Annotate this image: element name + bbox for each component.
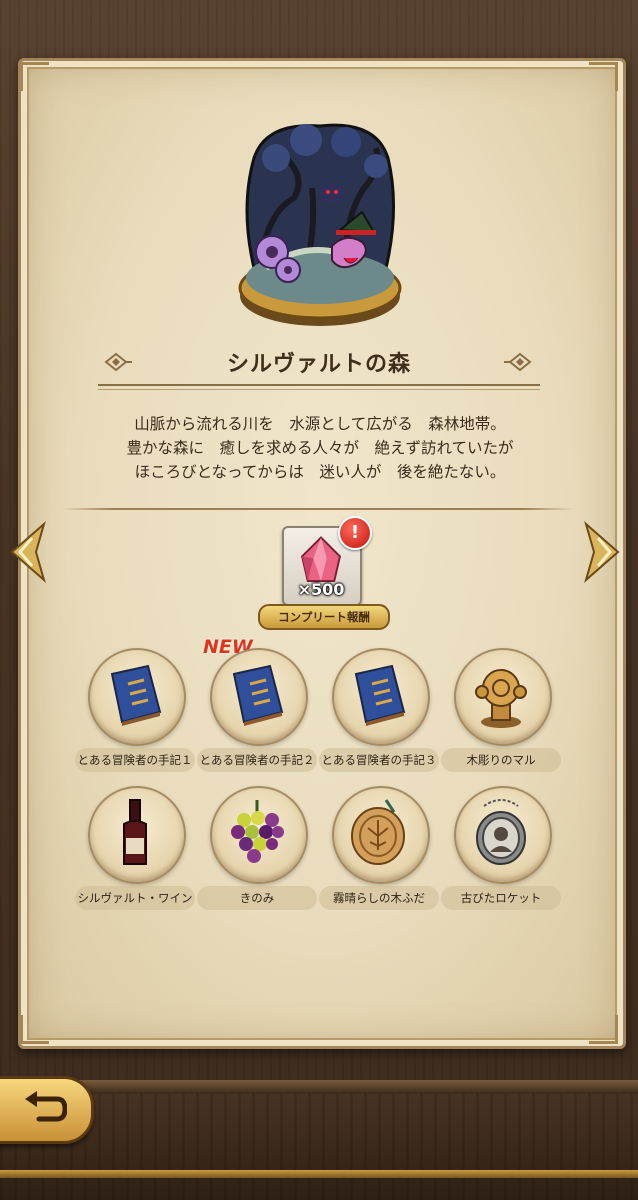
collection-item[interactable]: きのみ	[197, 786, 317, 916]
title-underline	[98, 389, 540, 390]
collection-item[interactable]: とある冒険者の手記２	[197, 648, 317, 778]
item-label: とある冒険者の手記２	[197, 748, 317, 772]
item-label: シルヴァルト・ワイン	[75, 886, 195, 910]
item-label: 古びたロケット	[441, 886, 561, 910]
grapes-icon	[231, 800, 284, 863]
previous-page-arrow[interactable]	[6, 520, 50, 584]
wine-bottle-icon	[123, 799, 147, 865]
description-line: 豊かな森に 癒しを求める人々が 絶えず訪れていたが	[126, 439, 514, 457]
collection-item[interactable]: とある冒険者の手記３	[319, 648, 439, 778]
item-label: とある冒険者の手記１	[75, 748, 195, 772]
item-label: きのみ	[197, 886, 317, 910]
blue-book-icon	[232, 664, 284, 726]
section-divider	[62, 508, 574, 510]
collection-item[interactable]: 木彫りのマル	[441, 648, 561, 778]
reward-quantity: ×500	[297, 580, 345, 599]
item-label: 木彫りのマル	[441, 748, 561, 772]
collection-item[interactable]: シルヴァルト・ワイン	[75, 786, 195, 916]
back-arrow-icon	[25, 1091, 67, 1122]
next-page-arrow[interactable]	[580, 520, 624, 584]
area-description: 山脈から流れる川を 水源として広がる 森林地帯。 豊かな森に 癒しを求める人々が…	[60, 412, 580, 484]
blue-book-icon	[354, 664, 406, 726]
panel-corner	[20, 1015, 49, 1044]
back-button[interactable]	[0, 1076, 94, 1144]
description-line: 山脈から流れる川を 水源として広がる 森林地帯。	[134, 415, 506, 433]
toolbar-trim	[0, 1170, 638, 1178]
area-title-row: シルヴァルトの森	[100, 342, 538, 382]
panel-corner	[20, 62, 49, 91]
collection-item[interactable]: 霧晴らしの木ふだ	[319, 786, 439, 916]
item-label: 霧晴らしの木ふだ	[319, 886, 439, 910]
toolbar-ridge	[0, 1080, 638, 1094]
panel-corner	[589, 62, 618, 91]
area-title: シルヴァルトの森	[226, 352, 411, 377]
forest-area-emblem	[238, 123, 402, 326]
collection-item[interactable]: 古びたロケット	[441, 786, 561, 916]
blue-book-icon	[110, 664, 162, 726]
title-underline	[98, 384, 540, 386]
wooden-tag-icon	[351, 799, 405, 865]
reward-label: コンプリート報酬	[258, 604, 390, 630]
alert-badge-icon: !	[338, 516, 372, 550]
wooden-statue-icon	[475, 669, 527, 728]
panel-corner	[589, 1015, 618, 1044]
locket-icon	[476, 799, 526, 865]
collection-item[interactable]: とある冒険者の手記１	[75, 648, 195, 778]
complete-reward[interactable]: ×500 コンプリート報酬 !	[258, 516, 390, 632]
title-ornament-right	[504, 352, 532, 372]
item-label: とある冒険者の手記３	[319, 748, 439, 772]
description-line: ほころびとなってからは 迷い人が 後を絶たない。	[134, 463, 506, 481]
bottom-toolbar	[0, 1080, 638, 1200]
